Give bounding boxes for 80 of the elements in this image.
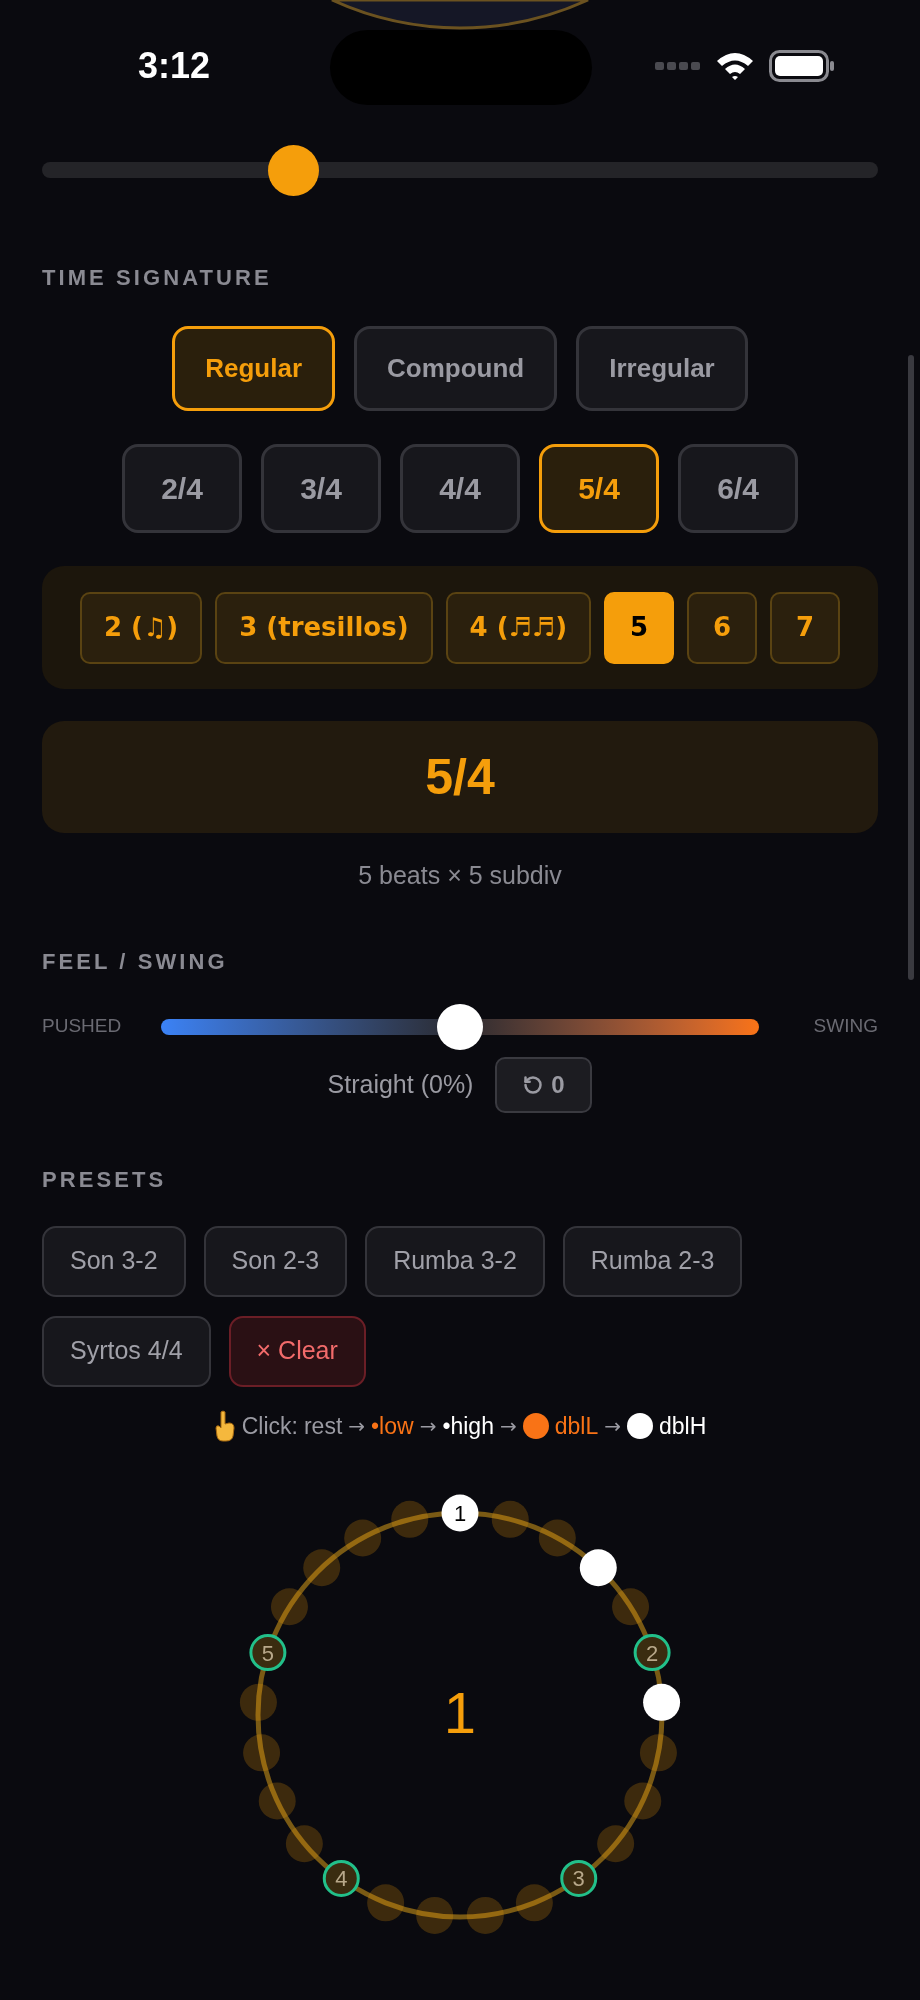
time-signature-button[interactable]: 3/4 — [261, 444, 381, 533]
preset-button[interactable]: Syrtos 4/4 — [42, 1315, 211, 1387]
battery-icon — [769, 50, 835, 82]
time-signature-button[interactable]: 4/4 — [400, 444, 520, 533]
legend-label: dblL — [554, 1411, 599, 1441]
reset-button[interactable]: 0 — [495, 1056, 593, 1113]
category-tab[interactable]: Compound — [354, 326, 558, 411]
step-dot[interactable] — [612, 1588, 650, 1626]
signature-display: 5/4 — [42, 721, 878, 833]
step-dot[interactable] — [515, 1884, 553, 1922]
slider-left-label: PUSHED — [42, 1014, 123, 1039]
step-dot[interactable] — [285, 1825, 323, 1863]
subdivision-button[interactable]: 5 — [604, 591, 675, 664]
signature-summary: 5 beats × 5 subdiv — [357, 860, 563, 891]
subdivision-button[interactable]: 4 (♬♬) — [445, 591, 592, 664]
tempo-slider[interactable] — [42, 145, 878, 195]
step-dot[interactable] — [243, 1734, 281, 1772]
step-dot[interactable] — [538, 1519, 576, 1557]
reset-icon — [523, 1074, 544, 1095]
wifi-icon — [715, 51, 755, 81]
beat-number: 5 — [261, 1640, 274, 1666]
step-dot[interactable] — [367, 1884, 405, 1922]
step-dot[interactable] — [491, 1500, 529, 1538]
arrow-text: → — [499, 1412, 517, 1440]
pointing-hand-icon — [213, 1409, 236, 1442]
legend-label: dblH — [658, 1411, 707, 1441]
step-dot[interactable] — [643, 1683, 681, 1721]
swing-reading: Straight (0%) — [327, 1068, 474, 1100]
slider-thumb[interactable] — [267, 145, 319, 196]
section-heading: TIME SIGNATURE — [42, 264, 273, 292]
clear-button[interactable]: × Clear — [228, 1315, 366, 1387]
step-dot[interactable] — [322, 1859, 360, 1897]
step-dot[interactable] — [639, 1734, 677, 1772]
arrow-text: → — [604, 1412, 621, 1440]
step-dot[interactable] — [466, 1896, 504, 1934]
step-dot[interactable] — [239, 1683, 277, 1721]
slider-thumb[interactable] — [437, 1003, 483, 1050]
category-tab[interactable]: Irregular — [576, 326, 748, 411]
step-dot[interactable] — [579, 1549, 617, 1587]
step-dot[interactable] — [416, 1896, 454, 1934]
step-dot[interactable] — [441, 1494, 479, 1532]
subdivision-button[interactable]: 3 (tresillos) — [215, 591, 433, 664]
step-dot[interactable] — [624, 1782, 662, 1820]
category-tab[interactable]: Regular — [172, 326, 336, 411]
subdivision-button[interactable]: 2 (♫) — [79, 591, 203, 664]
section-heading: PRESETS — [42, 1165, 168, 1194]
legend-prefix: Click: — [241, 1411, 298, 1441]
time-signature-button[interactable]: 5/4 — [539, 444, 659, 533]
preset-button[interactable]: Rumba 3-2 — [365, 1225, 545, 1297]
current-beat: 1 — [443, 1680, 477, 1745]
swing-slider[interactable] — [161, 1002, 759, 1051]
beat-number: 4 — [335, 1866, 348, 1892]
subdivision-button[interactable]: 7 — [770, 591, 841, 664]
beat-number: 1 — [453, 1501, 467, 1526]
step-dot[interactable] — [597, 1825, 635, 1863]
preset-button[interactable]: Son 3-2 — [42, 1225, 186, 1297]
legend-label: rest — [303, 1411, 343, 1441]
arrow-text: → — [419, 1412, 437, 1440]
slider-right-label: SWING — [813, 1014, 878, 1039]
legend-label: •low — [371, 1411, 414, 1441]
arrow-text: → — [348, 1412, 366, 1440]
time-signature-button[interactable]: 2/4 — [122, 444, 242, 533]
signal-icon — [655, 61, 701, 71]
time-signature-button[interactable]: 6/4 — [678, 444, 798, 533]
subdivision-button[interactable]: 6 — [687, 591, 758, 664]
step-dot[interactable] — [560, 1859, 598, 1897]
step-dot[interactable] — [258, 1782, 296, 1820]
step-dot[interactable] — [344, 1519, 382, 1557]
step-dot[interactable] — [633, 1634, 671, 1672]
section-heading: FEEL / SWING — [42, 947, 229, 976]
status-time: 3:12 — [138, 44, 211, 88]
preset-button[interactable]: Rumba 2-3 — [562, 1225, 743, 1297]
step-dot[interactable] — [303, 1549, 341, 1587]
beat-number: 3 — [572, 1866, 585, 1892]
step-dot[interactable] — [270, 1588, 308, 1626]
step-dot[interactable] — [249, 1634, 287, 1672]
beat-number: 2 — [646, 1640, 659, 1666]
legend-label: •high — [442, 1411, 494, 1441]
preset-button[interactable]: Son 2-3 — [203, 1225, 348, 1297]
step-dot[interactable] — [391, 1500, 429, 1538]
